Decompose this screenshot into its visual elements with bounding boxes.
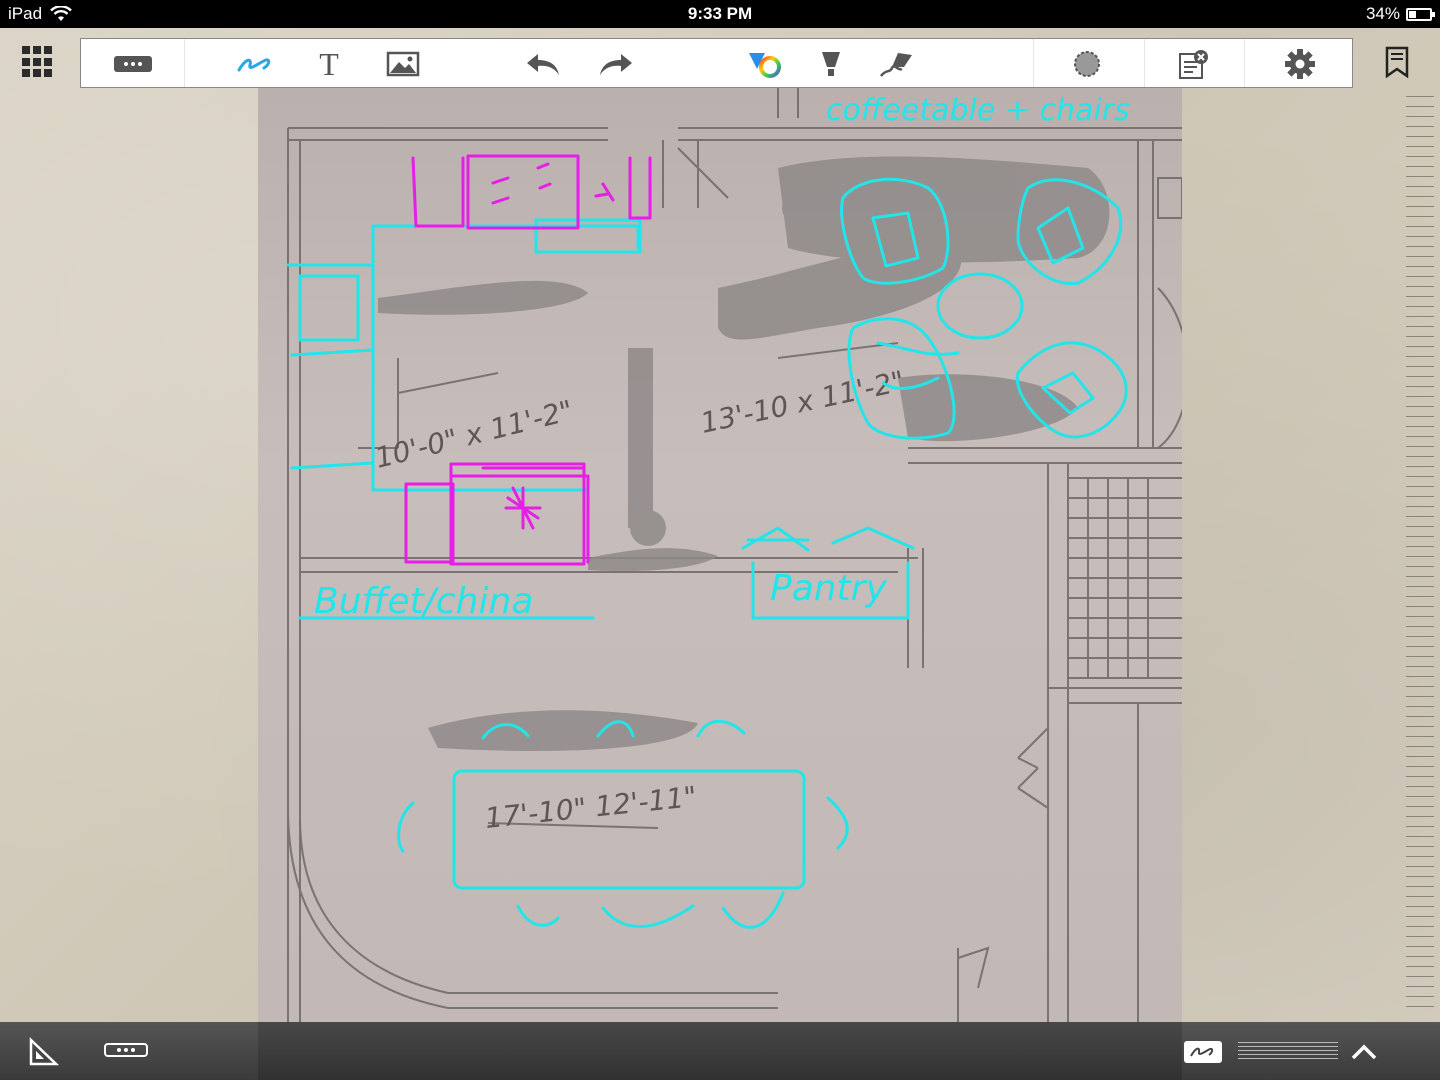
scribble-smudges [378,156,1110,751]
apps-grid-icon[interactable] [22,46,54,78]
dots-icon [114,56,152,72]
text-tool-button[interactable]: T [309,45,349,83]
device-name: iPad [8,4,43,23]
page-scroll-ruler[interactable] [1406,96,1434,1016]
toolbar: T [80,38,1353,88]
image-tool-button[interactable] [383,45,423,83]
battery-percent: 34% [1365,4,1400,23]
undo-icon [527,54,559,75]
floor-plan-drawing: 10'-0" x 11'-2" 13'-10 x 11'-2" 17'-10" … [286,88,1182,1022]
eraser-tool-button[interactable] [878,45,918,83]
redo-button[interactable] [596,45,636,83]
coffee-table-label: coffeetable + chairs [826,93,1130,128]
options-pill-button[interactable] [104,1043,148,1057]
dots-pill-icon [104,1043,148,1057]
buffet-china-label: Buffet/china [314,581,533,622]
line-weight-icon [1238,1042,1338,1062]
expand-button[interactable] [1350,1040,1378,1064]
bookmark-icon[interactable] [1384,46,1410,78]
undo-button[interactable] [523,45,563,83]
chevron-up-icon [1351,1044,1377,1060]
color-picker-button[interactable] [746,45,786,83]
pen-mode-icon [1184,1041,1222,1063]
status-right: 34% [1365,4,1435,24]
magenta-annotations [404,154,652,566]
menu-tool-button[interactable] [113,45,153,83]
eraser-icon [879,53,912,77]
pen-tool-button[interactable] [236,45,276,83]
pen-icon [237,58,271,72]
clear-page-button[interactable] [1174,45,1214,83]
gear-icon [1285,49,1315,79]
drawing-canvas[interactable]: 10'-0" x 11'-2" 13'-10 x 11'-2" 17'-10" … [258,88,1182,1022]
lasso-tool-button[interactable] [1067,45,1107,83]
clear-page-icon [1179,50,1208,79]
highlighter-icon [822,52,840,76]
status-left: iPad [8,4,72,24]
ruler-triangle-icon [29,1037,59,1066]
color-wheel-icon [749,53,781,78]
status-bar: iPad 9:33 PM 34% [0,0,1440,28]
redo-icon [600,54,632,75]
text-icon: T [319,45,339,82]
battery-icon [1406,7,1435,21]
wifi-icon [50,6,72,21]
pantry-label: Pantry [770,568,888,609]
lasso-icon [1074,51,1100,77]
image-icon [386,51,420,77]
highlighter-tool-button[interactable] [811,45,851,83]
settings-button[interactable] [1280,45,1320,83]
pen-mode-button[interactable] [1184,1041,1222,1063]
bottom-bar [0,1022,1440,1080]
line-weight-button[interactable] [1238,1042,1338,1062]
status-time: 9:33 PM [687,4,753,23]
ruler-triangle-button[interactable] [26,1036,60,1068]
